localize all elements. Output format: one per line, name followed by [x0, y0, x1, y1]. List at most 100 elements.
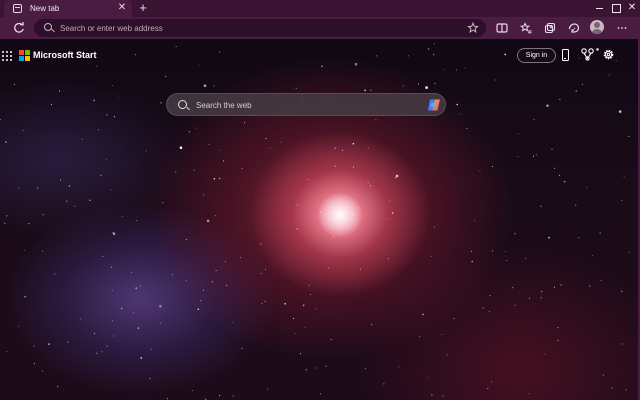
star [219, 51, 221, 53]
star [455, 69, 457, 71]
star [300, 353, 302, 355]
star [394, 176, 397, 179]
star [608, 74, 610, 76]
collections-button[interactable] [542, 20, 558, 36]
star [532, 155, 534, 157]
sign-in-button[interactable]: Sign in [517, 48, 556, 63]
add-favorite-button[interactable] [465, 20, 481, 36]
star [74, 205, 76, 207]
star [554, 167, 556, 169]
star [97, 129, 99, 131]
star [232, 395, 234, 397]
star [160, 101, 162, 104]
new-tab-page: Microsoft Start Sign in [0, 39, 640, 400]
star [367, 147, 369, 149]
address-input[interactable] [60, 22, 460, 34]
tab-new-tab[interactable]: New tab ✕ [4, 0, 132, 17]
star-icon [467, 21, 479, 33]
favorites-button[interactable] [518, 20, 534, 36]
star [529, 297, 531, 299]
star [196, 127, 198, 129]
star [121, 216, 123, 217]
settings-icon[interactable] [602, 48, 615, 61]
refresh-icon [14, 21, 24, 33]
close-window-button[interactable]: ✕ [620, 0, 640, 17]
extensions-button[interactable] [566, 20, 582, 36]
star [328, 267, 330, 269]
star [563, 180, 566, 183]
star [422, 313, 424, 316]
star [261, 302, 263, 304]
more-button[interactable] [614, 20, 630, 36]
brand-name[interactable]: Microsoft Start [33, 50, 97, 61]
star [102, 256, 104, 257]
star [442, 395, 444, 397]
star [370, 89, 372, 91]
star [244, 122, 246, 124]
star [111, 290, 113, 292]
star [539, 205, 541, 207]
apps-launcher-icon[interactable] [2, 51, 12, 61]
split-screen-button[interactable] [494, 20, 510, 36]
star [525, 258, 526, 260]
star [42, 250, 44, 252]
star [23, 250, 25, 251]
star [387, 258, 389, 260]
star [211, 281, 213, 283]
star [611, 387, 613, 389]
star [418, 83, 420, 85]
gear-icon [603, 49, 614, 60]
profile-avatar[interactable] [590, 20, 604, 34]
star [6, 215, 8, 217]
star [226, 284, 228, 286]
star [491, 381, 492, 383]
star [193, 169, 195, 171]
star [120, 307, 123, 310]
star [446, 354, 448, 356]
star [185, 239, 187, 241]
nebula-core [316, 193, 364, 237]
star [162, 202, 164, 204]
star [433, 54, 435, 56]
star [623, 176, 625, 178]
star [241, 347, 243, 349]
star [391, 212, 394, 214]
star [167, 398, 168, 400]
star [383, 383, 385, 385]
star [514, 304, 516, 306]
star [557, 339, 559, 341]
star [117, 97, 119, 99]
address-bar[interactable] [34, 19, 486, 37]
star [364, 89, 366, 92]
tab-close-icon[interactable]: ✕ [116, 2, 128, 14]
star [267, 388, 268, 390]
mobile-icon[interactable] [562, 49, 569, 61]
star [137, 327, 140, 329]
star [197, 308, 200, 311]
copilot-icon[interactable] [426, 97, 442, 113]
rewards-icon[interactable] [581, 48, 594, 61]
star [367, 182, 369, 183]
star [425, 86, 428, 89]
star [292, 317, 294, 319]
new-tab-button[interactable]: + [136, 1, 150, 15]
microsoft-logo-icon [19, 50, 30, 61]
web-search-input[interactable] [196, 99, 416, 111]
refresh-button[interactable] [11, 20, 27, 36]
web-search-box[interactable] [166, 93, 446, 116]
star [33, 345, 35, 347]
star [165, 75, 167, 77]
tab-strip: New tab ✕ + ✕ [0, 0, 640, 17]
tab-title: New tab [30, 4, 60, 13]
star [106, 345, 108, 347]
star [602, 374, 604, 376]
star [105, 158, 107, 160]
star [514, 233, 516, 235]
star [57, 385, 59, 387]
star [239, 257, 241, 259]
star [575, 204, 577, 206]
star [14, 83, 16, 85]
star [101, 351, 103, 353]
star [628, 251, 630, 253]
star [191, 390, 193, 391]
